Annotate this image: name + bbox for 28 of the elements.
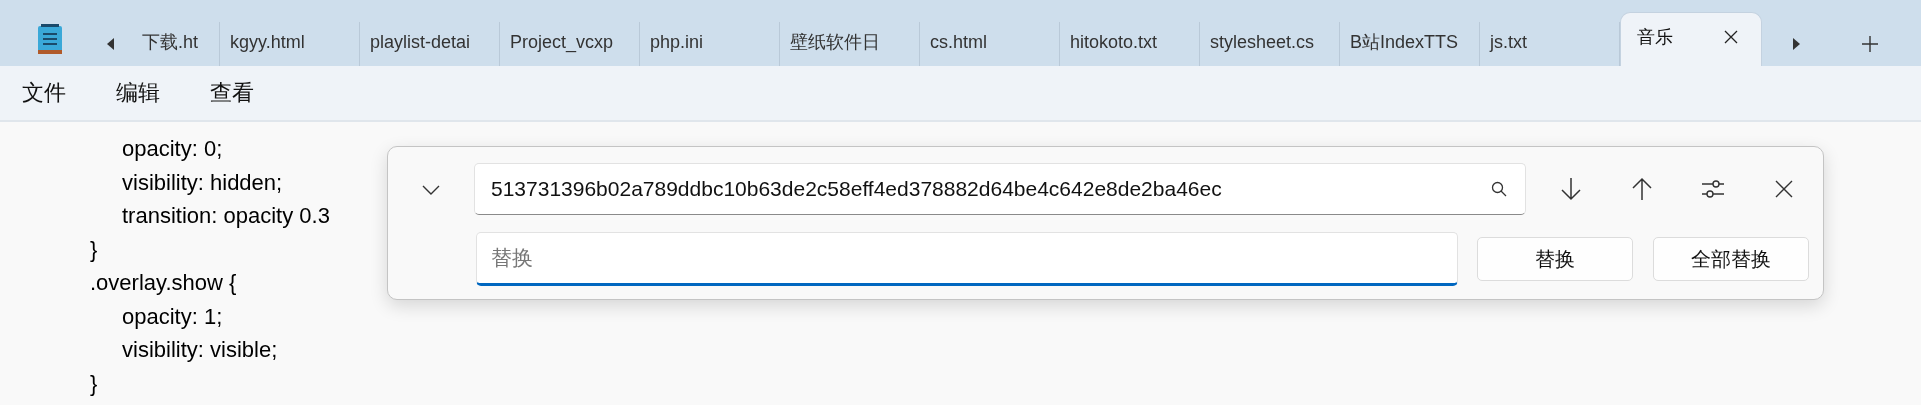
tab-label: 音乐 bbox=[1637, 26, 1673, 49]
plus-icon bbox=[1861, 35, 1879, 53]
left-arrow-icon bbox=[105, 37, 115, 51]
code-line: } bbox=[89, 369, 98, 398]
close-icon[interactable] bbox=[1723, 29, 1739, 45]
right-arrow-icon bbox=[1792, 37, 1802, 51]
replace-button[interactable]: 全部替换 bbox=[1653, 237, 1809, 281]
sliders-icon bbox=[1700, 179, 1725, 199]
replace-field[interactable]: 替换 bbox=[476, 232, 1458, 286]
code-line: transition: opacity 0.3 bbox=[121, 202, 330, 230]
down-arrow-icon bbox=[1559, 177, 1582, 201]
code-line: visibility: hidden; bbox=[121, 168, 283, 197]
tab[interactable]: 音乐 bbox=[1620, 12, 1762, 66]
code-line: opacity: 0; bbox=[121, 135, 223, 163]
menu-item[interactable]: 编辑 bbox=[116, 72, 160, 114]
search-icon bbox=[1491, 181, 1507, 197]
menu-item[interactable]: 查看 bbox=[210, 72, 254, 114]
find-field[interactable]: 513731396b02a789ddbc10b63de2c58eff4ed378882d64be4c642e8de2ba46ec bbox=[474, 163, 1526, 215]
notepad-icon bbox=[37, 23, 63, 55]
replace-button[interactable]: 替换 bbox=[1477, 237, 1633, 281]
code-line: opacity: 1; bbox=[121, 302, 223, 331]
close-icon bbox=[1774, 180, 1793, 198]
code-line: visibility: visible; bbox=[121, 336, 278, 364]
up-arrow-icon bbox=[1630, 177, 1653, 201]
code-line: .overlay.show { bbox=[89, 269, 237, 297]
menu-item[interactable]: 文件 bbox=[22, 72, 66, 114]
code-line: } bbox=[89, 235, 98, 264]
chevron-icon bbox=[422, 185, 440, 195]
